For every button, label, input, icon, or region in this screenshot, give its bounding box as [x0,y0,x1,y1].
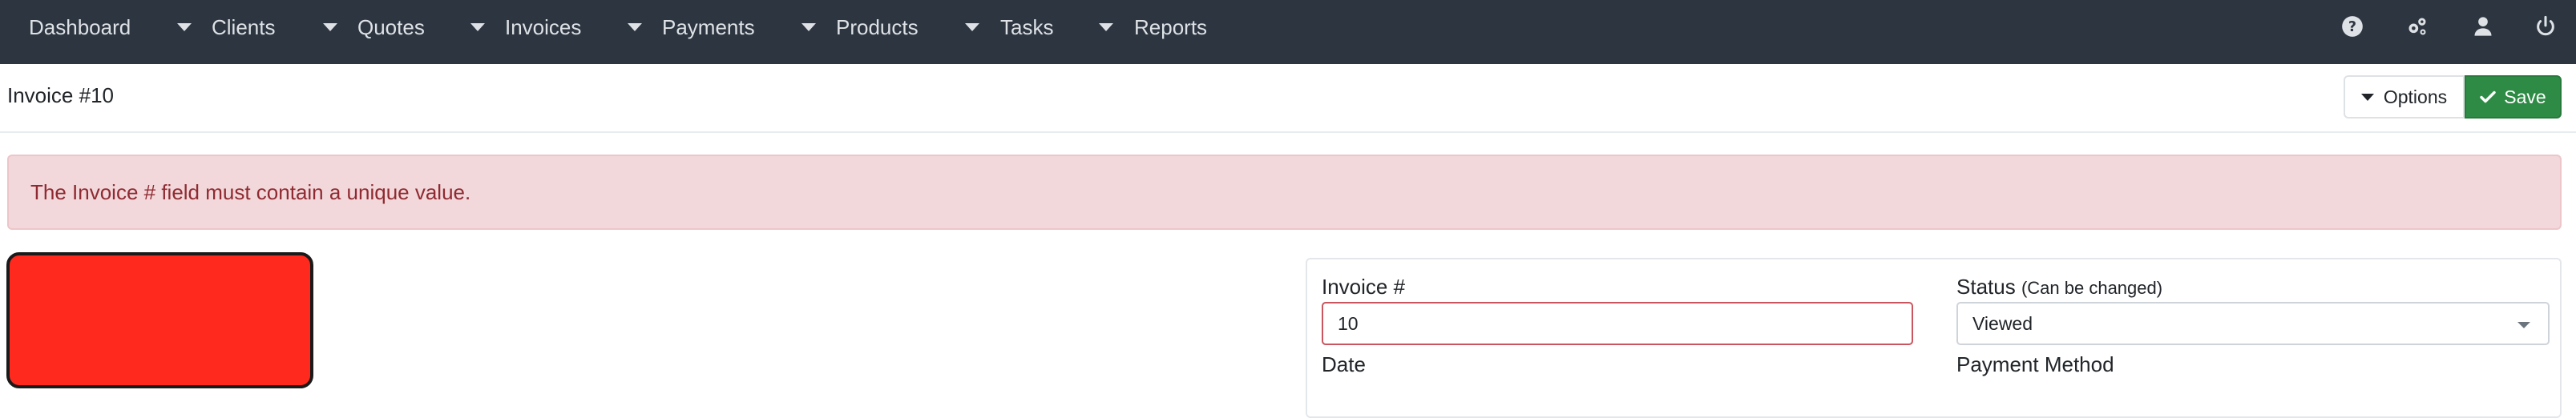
products-dropdown-caret[interactable] [961,0,983,54]
settings-icon[interactable] [2403,12,2432,41]
top-navbar: Dashboard Clients Quotes Invoices Paymen… [0,0,2576,64]
caret-down-icon [2360,93,2374,101]
options-button[interactable]: Options [2344,75,2465,119]
page-title: Invoice #10 [7,83,114,107]
nav-tasks[interactable]: Tasks [1000,0,1053,54]
check-icon [2480,90,2496,103]
status-label-text: Status [1956,275,2016,299]
nav-quotes[interactable]: Quotes [357,0,425,54]
status-label: Status (Can be changed) [1956,275,2162,299]
error-alert: The Invoice # field must contain a uniqu… [7,155,2562,230]
save-button-label: Save [2504,86,2546,107]
payment-method-label: Payment Method [1956,352,2114,376]
status-select-value: Viewed [1972,312,2033,334]
options-button-label: Options [2383,86,2448,107]
nav-invoices[interactable]: Invoices [505,0,581,54]
invoice-details-card: Invoice # 10 Status (Can be changed) Vie… [1306,258,2562,418]
header-divider [0,131,2576,133]
status-select[interactable]: Viewed [1956,302,2550,345]
help-icon[interactable]: ? [2338,12,2367,41]
invoice-number-value: 10 [1338,312,1359,334]
alert-message: The Invoice # field must contain a uniqu… [30,179,471,204]
user-icon[interactable] [2469,12,2497,41]
invoices-dropdown-caret[interactable] [624,0,646,54]
date-label: Date [1322,352,1366,376]
quotes-dropdown-caret[interactable] [466,0,489,54]
invoice-number-label: Invoice # [1322,275,1406,299]
nav-dashboard[interactable]: Dashboard [29,0,131,54]
payments-dropdown-caret[interactable] [797,0,820,54]
company-logo-placeholder [6,252,313,388]
dashboard-dropdown-caret[interactable] [173,0,196,54]
save-button[interactable]: Save [2465,75,2562,119]
nav-products[interactable]: Products [836,0,919,54]
svg-text:?: ? [2348,19,2356,35]
nav-payments[interactable]: Payments [662,0,755,54]
chevron-down-icon [2517,322,2530,328]
invoice-number-input[interactable]: 10 [1322,302,1913,345]
status-hint: (Can be changed) [2021,278,2163,298]
power-icon[interactable] [2531,12,2560,41]
tasks-dropdown-caret[interactable] [1095,0,1117,54]
nav-clients[interactable]: Clients [212,0,275,54]
nav-reports[interactable]: Reports [1134,0,1207,54]
clients-dropdown-caret[interactable] [319,0,341,54]
